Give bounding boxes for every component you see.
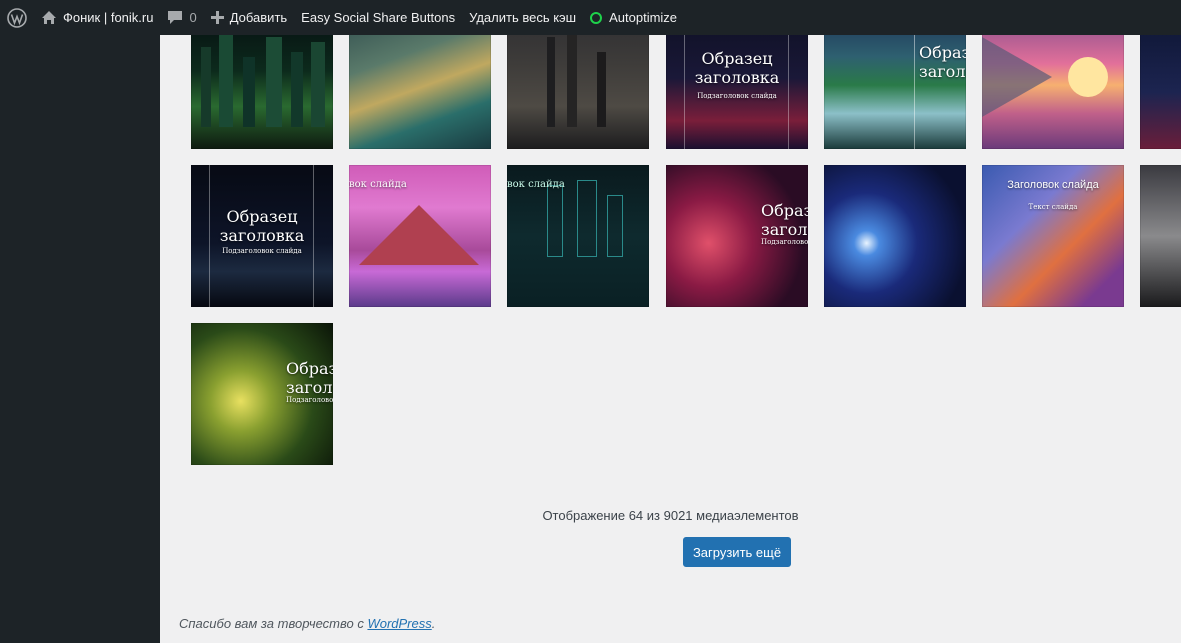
tile-caption: Заголовок слайда (1007, 179, 1099, 191)
tile-caption: Образец заголовка (919, 43, 966, 81)
site-name-menu[interactable]: Фоник | fonik.ru (34, 0, 160, 35)
admin-sidebar (0, 35, 160, 643)
clear-cache-menu[interactable]: Удалить весь кэш (462, 0, 583, 35)
media-grid: Образец заголовка Подзаголовок слайда Об… (191, 35, 1181, 475)
footer-thanks-text: Спасибо вам за творчество с (179, 616, 368, 631)
tile-subcaption: Текст слайда (1028, 203, 1078, 211)
clear-cache-label: Удалить весь кэш (469, 10, 577, 25)
status-circle-icon (590, 11, 603, 24)
home-icon (41, 10, 57, 25)
tile-subcaption: Подзаголовок слайда (697, 92, 777, 100)
media-item-green-fractal[interactable]: Образе заголо Подзаголовок слайд (191, 323, 333, 465)
site-name: Фоник | fonik.ru (63, 10, 154, 25)
media-item-city-skyline[interactable]: Образец заголовка Подзаголовок слайда (191, 165, 333, 307)
tile-caption: Образец заголовка (219, 207, 305, 245)
media-item-city-night[interactable]: Образец заголовка Подзаголовок слайда (666, 35, 808, 149)
load-more-button[interactable]: Загрузить ещё (683, 537, 791, 567)
tile-subcaption: Подзаголовок слайда (222, 247, 302, 255)
media-item-circuit-city[interactable]: вок слайда (507, 165, 649, 307)
plus-icon (210, 11, 224, 24)
wordpress-link[interactable]: WordPress (367, 616, 431, 631)
tile-caption: Образец заголовка (694, 49, 780, 87)
media-item-red-fractal[interactable]: Образец заголовка Подзаголовок слайда (666, 165, 808, 307)
media-item-sunset-sea[interactable] (982, 35, 1124, 149)
tile-caption: Образец заголовка (761, 201, 808, 239)
add-new-menu[interactable]: Добавить (204, 0, 294, 35)
autoptimize-menu[interactable]: Autoptimize (583, 0, 684, 35)
media-item-blue-spiral[interactable] (824, 165, 966, 307)
media-item-pink-mountains[interactable]: вок слайда (349, 165, 491, 307)
media-item-city-edge[interactable] (1140, 35, 1181, 149)
admin-bar: Фоник | fonik.ru 0 Добавить Easy Social … (0, 0, 1181, 35)
autoptimize-label: Autoptimize (609, 10, 678, 25)
comments-menu[interactable]: 0 (160, 0, 203, 35)
media-item-nebula[interactable]: Заголовок слайда Текст слайда (982, 165, 1124, 307)
easy-social-share-menu[interactable]: Easy Social Share Buttons (294, 0, 462, 35)
comments-count: 0 (189, 10, 197, 25)
media-item-waterfall[interactable]: Образец заголовка (824, 35, 966, 149)
media-count-text: Отображение 64 из 9021 медиаэлементов (542, 508, 799, 523)
easy-social-share-label: Easy Social Share Buttons (301, 10, 456, 25)
media-item-dark-castle[interactable] (507, 35, 649, 149)
footer-period: . (431, 616, 436, 631)
media-item-city-green[interactable] (191, 35, 333, 149)
wordpress-logo-icon[interactable] (0, 0, 34, 35)
media-item-tree-edge[interactable] (1140, 165, 1181, 307)
tile-subcaption: Подзаголовок слайд (286, 396, 333, 404)
footer-thanks: Спасибо вам за творчество с WordPress. (179, 616, 435, 631)
media-item-teal-valley[interactable] (349, 35, 491, 149)
comment-icon (167, 10, 183, 25)
add-new-label: Добавить (229, 10, 288, 25)
tile-caption: Образе заголо (286, 359, 333, 397)
tile-caption: вок слайда (349, 179, 407, 190)
tile-subcaption: Подзаголовок слайда (761, 238, 808, 246)
tile-caption: вок слайда (507, 179, 565, 190)
